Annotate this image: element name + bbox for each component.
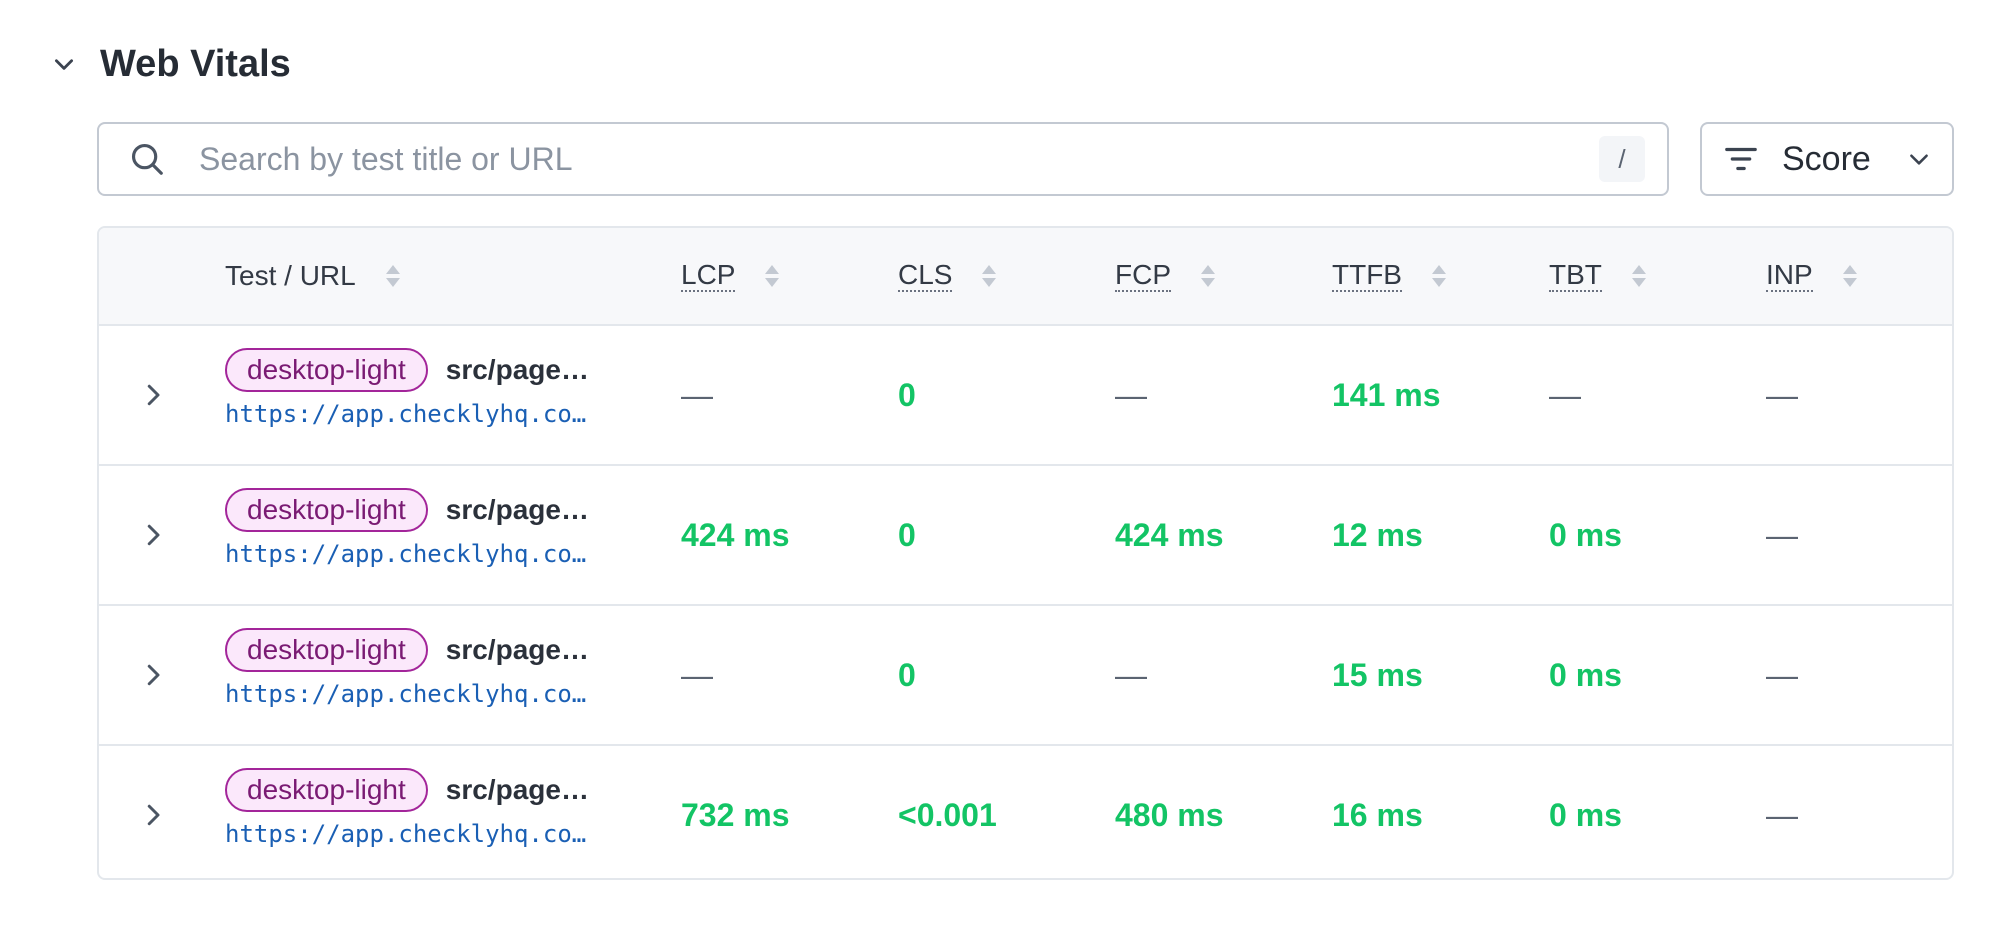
test-cell: desktop-light src/page… https://app.chec…: [225, 626, 625, 708]
sort-icon[interactable]: [1630, 262, 1648, 290]
metric-cls: 0: [898, 656, 916, 693]
chevron-down-icon: [55, 59, 73, 70]
expand-row-button[interactable]: [135, 797, 171, 833]
score-filter-label: Score: [1782, 139, 1871, 178]
chevron-right-icon: [147, 384, 160, 406]
metric-ttfb: 12 ms: [1332, 516, 1423, 553]
test-url-link[interactable]: https://app.checklyhq.co…: [225, 400, 625, 428]
chevron-down-icon: [1904, 144, 1934, 174]
table-row[interactable]: desktop-light src/page… https://app.chec…: [99, 746, 1952, 878]
column-header-tbt[interactable]: TBT: [1549, 228, 1648, 324]
chevron-right-icon: [147, 524, 160, 546]
test-name[interactable]: src/page…: [446, 634, 589, 666]
web-vitals-table: Test / URL LCP CLS FCP TTFB TBT INP desk…: [97, 226, 1954, 880]
test-url-link[interactable]: https://app.checklyhq.co…: [225, 680, 625, 708]
table-row[interactable]: desktop-light src/page… https://app.chec…: [99, 466, 1952, 606]
column-header-label: TBT: [1549, 259, 1602, 292]
metric-cls: 0: [898, 376, 916, 413]
section-header: Web Vitals: [48, 40, 291, 88]
test-cell: desktop-light src/page… https://app.chec…: [225, 766, 625, 848]
table-header: Test / URL LCP CLS FCP TTFB TBT INP: [99, 228, 1952, 326]
metric-tbt: —: [1549, 376, 1581, 413]
metric-tbt: 0 ms: [1549, 796, 1622, 833]
column-header-label: LCP: [681, 259, 736, 292]
column-header-label: CLS: [898, 259, 953, 292]
column-header-lcp[interactable]: LCP: [681, 228, 781, 324]
column-header-inp[interactable]: INP: [1766, 228, 1859, 324]
metric-cls: <0.001: [898, 796, 997, 833]
test-name[interactable]: src/page…: [446, 354, 589, 386]
metric-fcp: 424 ms: [1115, 516, 1224, 553]
table-row[interactable]: desktop-light src/page… https://app.chec…: [99, 326, 1952, 466]
metric-lcp: —: [681, 376, 713, 413]
metric-lcp: —: [681, 656, 713, 693]
search-box[interactable]: /: [97, 122, 1669, 196]
metric-tbt: 0 ms: [1549, 656, 1622, 693]
search-icon: [127, 139, 167, 179]
column-header-label: Test / URL: [225, 260, 356, 291]
sort-icon[interactable]: [384, 262, 402, 290]
sort-icon[interactable]: [1199, 262, 1217, 290]
metric-ttfb: 15 ms: [1332, 656, 1423, 693]
column-header-label: FCP: [1115, 259, 1171, 292]
chevron-right-icon: [147, 804, 160, 826]
metric-cls: 0: [898, 516, 916, 553]
metric-fcp: —: [1115, 376, 1147, 413]
chevron-right-icon: [147, 664, 160, 686]
filter-icon: [1720, 138, 1762, 180]
column-header-test-url[interactable]: Test / URL: [225, 228, 402, 324]
expand-row-button[interactable]: [135, 517, 171, 553]
metric-inp: —: [1766, 656, 1798, 693]
score-filter-dropdown[interactable]: Score: [1700, 122, 1954, 196]
device-tag: desktop-light: [225, 768, 428, 812]
metric-inp: —: [1766, 376, 1798, 413]
metric-inp: —: [1766, 796, 1798, 833]
metric-lcp: 424 ms: [681, 516, 790, 553]
device-tag: desktop-light: [225, 628, 428, 672]
sort-icon[interactable]: [1841, 262, 1859, 290]
test-url-link[interactable]: https://app.checklyhq.co…: [225, 820, 625, 848]
metric-ttfb: 141 ms: [1332, 376, 1441, 413]
sort-icon[interactable]: [1430, 262, 1448, 290]
search-input[interactable]: [197, 139, 1599, 179]
column-header-label: INP: [1766, 259, 1813, 292]
metric-inp: —: [1766, 516, 1798, 553]
device-tag: desktop-light: [225, 488, 428, 532]
metric-fcp: 480 ms: [1115, 796, 1224, 833]
sort-icon[interactable]: [763, 262, 781, 290]
metric-lcp: 732 ms: [681, 796, 790, 833]
test-cell: desktop-light src/page… https://app.chec…: [225, 486, 625, 568]
metric-tbt: 0 ms: [1549, 516, 1622, 553]
table-row[interactable]: desktop-light src/page… https://app.chec…: [99, 606, 1952, 746]
column-header-fcp[interactable]: FCP: [1115, 228, 1217, 324]
collapse-toggle-button[interactable]: [48, 48, 80, 80]
metric-ttfb: 16 ms: [1332, 796, 1423, 833]
test-cell: desktop-light src/page… https://app.chec…: [225, 346, 625, 428]
column-header-cls[interactable]: CLS: [898, 228, 998, 324]
section-title: Web Vitals: [100, 42, 291, 85]
expand-row-button[interactable]: [135, 377, 171, 413]
device-tag: desktop-light: [225, 348, 428, 392]
shortcut-key-hint: /: [1599, 136, 1645, 182]
column-header-label: TTFB: [1332, 259, 1402, 292]
expand-row-button[interactable]: [135, 657, 171, 693]
metric-fcp: —: [1115, 656, 1147, 693]
sort-icon[interactable]: [980, 262, 998, 290]
test-name[interactable]: src/page…: [446, 774, 589, 806]
column-header-ttfb[interactable]: TTFB: [1332, 228, 1448, 324]
test-name[interactable]: src/page…: [446, 494, 589, 526]
test-url-link[interactable]: https://app.checklyhq.co…: [225, 540, 625, 568]
